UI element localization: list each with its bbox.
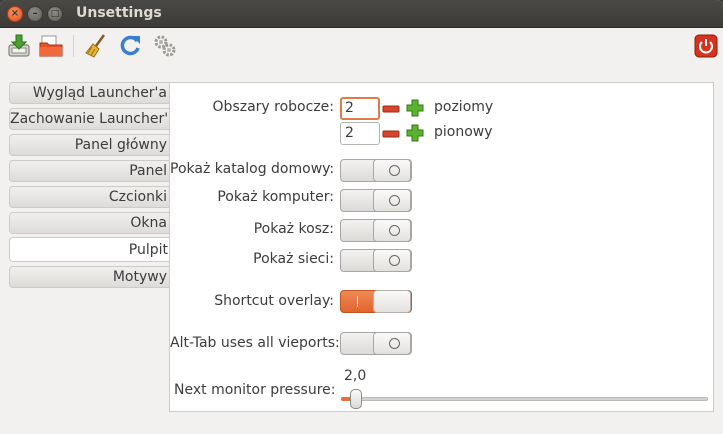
sidebar-item-panel[interactable]: Panel	[9, 160, 170, 182]
show-trash-label: Pokaż kosz:	[253, 221, 334, 237]
install-icon[interactable]	[6, 33, 32, 59]
sidebar-item-launcher-behavior[interactable]: Zachowanie Launcher'a	[9, 108, 170, 130]
shortcut-overlay-label: Shortcut overlay:	[214, 293, 334, 309]
alt-tab-label: Alt-Tab uses all vieports:	[170, 335, 340, 351]
titlebar: × – □ Unsettings	[0, 0, 723, 28]
settings-gears-icon[interactable]	[152, 33, 178, 59]
workspaces-label: Obszary robocze:	[212, 99, 334, 115]
show-home-label: Pokaż katalog domowy:	[170, 161, 335, 177]
plus-icon[interactable]	[405, 123, 425, 143]
show-computer-switch[interactable]	[340, 189, 412, 212]
monitor-pressure-slider[interactable]	[341, 397, 708, 401]
sidebar-item-fonts[interactable]: Czcionki	[9, 186, 170, 208]
sidebar-item-windows[interactable]: Okna	[9, 212, 170, 234]
horizontal-workspaces-input[interactable]: 2	[340, 97, 380, 120]
vertical-workspaces-input[interactable]: 2	[340, 122, 380, 145]
horizontal-unit-label: poziomy	[434, 99, 494, 115]
app-window: × – □ Unsettings Wygląd Launcher'a Zacho…	[0, 0, 723, 434]
monitor-pressure-label: Next monitor pressure:	[174, 382, 336, 398]
close-window-button[interactable]: ×	[7, 6, 23, 22]
window-title: Unsettings	[76, 5, 162, 21]
minimize-window-button[interactable]: –	[27, 6, 43, 22]
monitor-pressure-value: 2,0	[344, 368, 367, 384]
show-network-switch[interactable]	[340, 249, 412, 272]
sidebar-item-desktop[interactable]: Pulpit	[9, 237, 171, 262]
sidebar-item-launcher-appearance[interactable]: Wygląd Launcher'a	[9, 82, 170, 104]
refresh-icon[interactable]	[118, 33, 144, 59]
maximize-window-button[interactable]: □	[47, 6, 63, 22]
power-icon[interactable]	[693, 33, 719, 59]
minus-icon[interactable]	[381, 124, 401, 144]
plus-icon[interactable]	[405, 98, 425, 118]
alt-tab-switch[interactable]	[340, 332, 412, 355]
show-computer-label: Pokaż komputer:	[217, 189, 334, 205]
clean-broom-icon[interactable]	[84, 33, 110, 59]
sidebar-item-main-panel[interactable]: Panel główny	[9, 134, 170, 156]
minus-icon[interactable]	[381, 99, 401, 119]
toolbar	[0, 29, 723, 63]
show-network-label: Pokaż sieci:	[253, 251, 334, 267]
monitor-pressure-thumb[interactable]	[350, 389, 362, 409]
toolbar-separator	[73, 35, 74, 57]
shortcut-overlay-switch[interactable]	[340, 290, 412, 313]
show-trash-switch[interactable]	[340, 219, 412, 242]
open-folder-icon[interactable]	[38, 33, 64, 59]
vertical-unit-label: pionowy	[434, 124, 493, 140]
sidebar-item-themes[interactable]: Motywy	[9, 266, 170, 288]
show-home-switch[interactable]	[340, 159, 412, 182]
